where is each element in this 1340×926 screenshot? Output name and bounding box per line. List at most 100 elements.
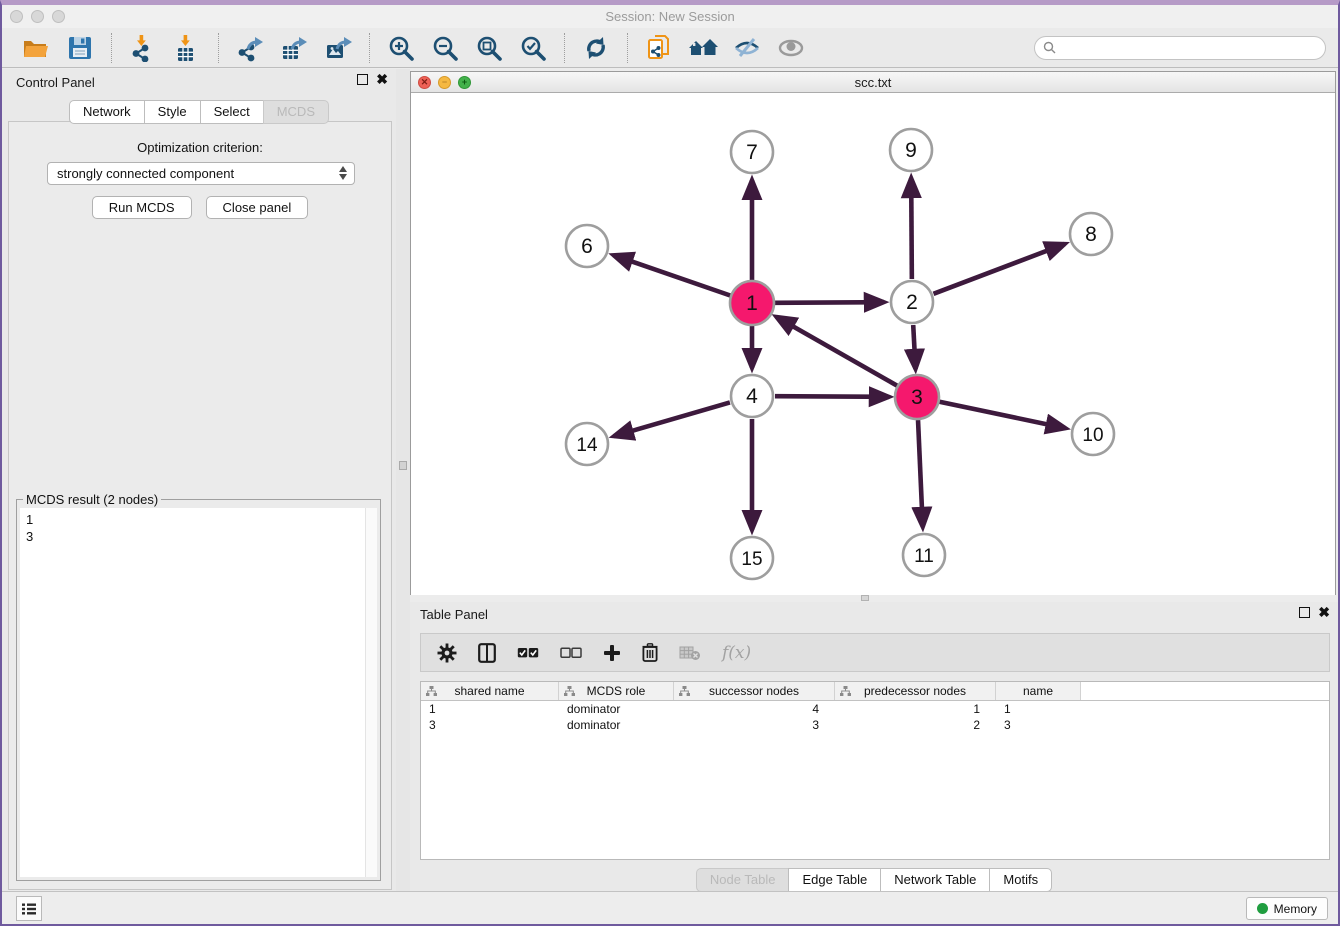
delete-table-icon (679, 641, 701, 665)
main-toolbar (2, 28, 1338, 68)
search-input[interactable] (1061, 40, 1301, 55)
gear-icon[interactable] (437, 641, 457, 665)
tab-node-table[interactable]: Node Table (696, 868, 790, 892)
node-table-body: 1dominator4113dominator323 (421, 701, 1329, 733)
optimization-criterion-label: Optimization criterion: (9, 140, 391, 155)
graph-node-9[interactable]: 9 (890, 129, 932, 171)
graph-node-7[interactable]: 7 (731, 131, 773, 173)
mcds-result-item: 1 (20, 508, 377, 528)
close-table-panel-icon[interactable]: ✖ (1318, 607, 1330, 618)
close-panel-button[interactable]: Close panel (206, 196, 309, 219)
table-row[interactable]: 1dominator411 (421, 701, 1329, 717)
column-header-successor-nodes[interactable]: successor nodes (674, 682, 835, 700)
open-session-icon[interactable] (21, 33, 51, 63)
graph-node-4[interactable]: 4 (731, 375, 773, 417)
table-cell: 4 (674, 701, 835, 717)
float-panel-icon[interactable] (357, 74, 368, 85)
trash-icon[interactable] (642, 641, 658, 665)
refresh-icon[interactable] (581, 33, 611, 63)
svg-text:11: 11 (914, 546, 934, 567)
task-history-button[interactable] (16, 896, 42, 921)
function-builder-icon: f(x) (722, 641, 751, 665)
home-icon[interactable] (688, 33, 718, 63)
vertical-splitter[interactable] (396, 69, 410, 898)
result-scrollbar[interactable] (365, 508, 377, 877)
column-header-shared-name[interactable]: shared name (421, 682, 559, 700)
edge-1-6[interactable] (613, 255, 730, 295)
edge-4-14[interactable] (614, 402, 730, 436)
tab-edge-table[interactable]: Edge Table (788, 868, 881, 892)
graph-node-11[interactable]: 11 (903, 534, 945, 576)
column-header-name[interactable]: name (996, 682, 1081, 700)
float-table-panel-icon[interactable] (1299, 607, 1310, 618)
run-mcds-button[interactable]: Run MCDS (92, 196, 192, 219)
svg-text:14: 14 (576, 435, 598, 456)
graph-node-8[interactable]: 8 (1070, 213, 1112, 255)
tab-style[interactable]: Style (144, 100, 201, 124)
svg-text:6: 6 (581, 235, 593, 258)
import-network-icon[interactable] (128, 33, 158, 63)
edge-3-11[interactable] (918, 420, 923, 527)
mcds-result-list[interactable]: 13 (20, 508, 377, 877)
tab-network-table[interactable]: Network Table (880, 868, 990, 892)
graph-node-10[interactable]: 10 (1072, 413, 1114, 455)
node-table[interactable]: shared nameMCDS rolesuccessor nodesprede… (420, 681, 1330, 860)
tab-select[interactable]: Select (200, 100, 264, 124)
export-table-icon[interactable] (279, 33, 309, 63)
deselect-all-icon[interactable] (560, 641, 582, 665)
tab-mcds[interactable]: MCDS (263, 100, 329, 124)
graph-node-15[interactable]: 15 (731, 537, 773, 579)
horizontal-splitter-handle[interactable] (861, 595, 869, 601)
network-view-frame: ✕ − + scc.txt 1234678910111415 (410, 71, 1336, 595)
edge-1-2[interactable] (775, 302, 884, 303)
save-session-icon[interactable] (65, 33, 95, 63)
memory-label: Memory (1274, 902, 1317, 916)
svg-text:2: 2 (906, 291, 918, 314)
tab-motifs[interactable]: Motifs (989, 868, 1052, 892)
graph-node-2[interactable]: 2 (891, 281, 933, 323)
edge-2-8[interactable] (934, 244, 1065, 294)
toolbar-separator (111, 33, 112, 63)
edge-2-3[interactable] (913, 325, 915, 369)
column-header-predecessor-nodes[interactable]: predecessor nodes (835, 682, 996, 700)
columns-icon[interactable] (478, 641, 496, 665)
network-canvas[interactable]: 1 2 3 4 6 7 8 9 10 11 14 15 (411, 94, 1335, 595)
search-box[interactable] (1034, 36, 1326, 60)
memory-button[interactable]: Memory (1246, 897, 1328, 920)
table-row[interactable]: 3dominator323 (421, 717, 1329, 733)
zoom-selected-icon[interactable] (518, 33, 548, 63)
zoom-out-icon[interactable] (430, 33, 460, 63)
network-frame-title: scc.txt (411, 75, 1335, 90)
add-column-icon[interactable] (603, 641, 621, 665)
column-header-MCDS-role[interactable]: MCDS role (559, 682, 674, 700)
control-panel-tabs: NetworkStyleSelectMCDS (2, 100, 396, 124)
memory-status-icon (1257, 903, 1268, 914)
control-panel-title: Control Panel (16, 75, 95, 90)
clone-network-icon[interactable] (644, 33, 674, 63)
edge-2-9[interactable] (911, 178, 912, 279)
show-eye-icon[interactable] (776, 33, 806, 63)
hide-eye-icon[interactable] (732, 33, 762, 63)
svg-text:7: 7 (746, 141, 758, 164)
table-cell: 1 (835, 701, 996, 717)
export-image-icon[interactable] (323, 33, 353, 63)
graph-node-14[interactable]: 14 (566, 423, 608, 465)
select-all-icon[interactable] (517, 641, 539, 665)
graph-node-3[interactable]: 3 (895, 375, 939, 419)
toolbar-separator (218, 33, 219, 63)
list-icon (21, 902, 37, 916)
tab-network[interactable]: Network (69, 100, 145, 124)
vertical-splitter-handle[interactable] (399, 461, 407, 470)
graph-node-1[interactable]: 1 (730, 281, 774, 325)
graph-node-6[interactable]: 6 (566, 225, 608, 267)
import-table-icon[interactable] (172, 33, 202, 63)
table-cell: dominator (559, 717, 674, 733)
zoom-in-icon[interactable] (386, 33, 416, 63)
zoom-fit-icon[interactable] (474, 33, 504, 63)
edge-3-10[interactable] (940, 402, 1066, 429)
optimization-criterion-select[interactable]: strongly connected component (47, 162, 355, 185)
edge-3-1[interactable] (776, 317, 897, 386)
close-panel-icon[interactable]: ✖ (376, 74, 388, 85)
export-network-icon[interactable] (235, 33, 265, 63)
edge-4-3[interactable] (775, 396, 889, 397)
